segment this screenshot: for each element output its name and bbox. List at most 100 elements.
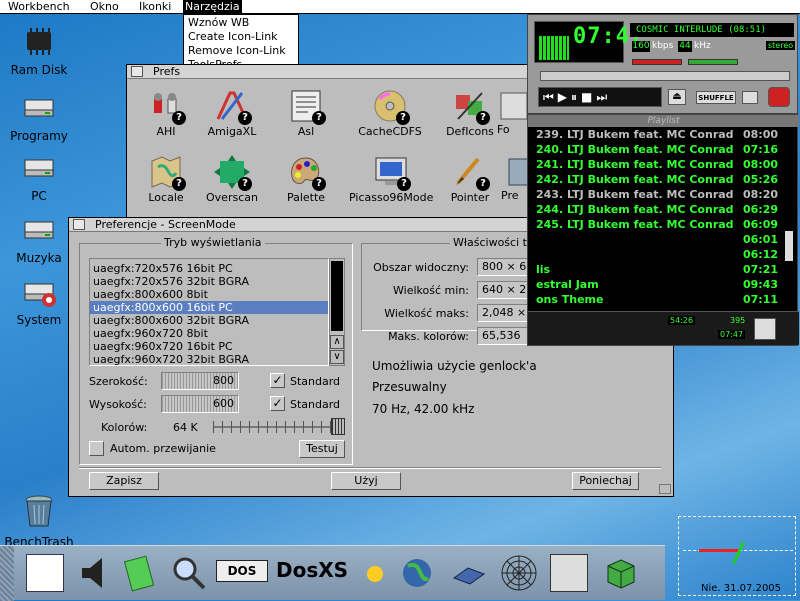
prefs-icon-locale[interactable]: ? Locale bbox=[133, 155, 199, 204]
playlist-title: Playlist bbox=[528, 115, 799, 127]
desktop-icon-muzyka[interactable]: Muzyka bbox=[1, 214, 77, 265]
desktop-icon-ram-disk[interactable]: Ram Disk bbox=[1, 26, 77, 77]
prefs-titlebar[interactable]: Prefs bbox=[127, 65, 527, 79]
slider-tick bbox=[222, 421, 223, 433]
prefs-icon-amigaxl[interactable]: ? AmigaXL bbox=[199, 89, 265, 138]
prefs-icon-fonts[interactable]: Fo bbox=[497, 89, 529, 136]
shuffle-button[interactable]: SHUFFLE bbox=[696, 91, 736, 104]
playlist-item[interactable]: 244. LTJ Bukem feat. MC Conrad 06:29 bbox=[536, 202, 782, 217]
close-icon[interactable] bbox=[131, 66, 143, 77]
playlist-item-title: ons Theme bbox=[536, 293, 604, 306]
info-genlock: Umożliwia użycie genlock'a bbox=[372, 359, 537, 373]
scrollbar-thumb[interactable] bbox=[331, 261, 343, 331]
menu-item-wznow-wb[interactable]: Wznów WB bbox=[188, 16, 294, 30]
playlist-item[interactable]: 06:12 bbox=[536, 247, 782, 262]
menu-item-remove-icon-link[interactable]: Remove Icon-Link bbox=[188, 44, 294, 58]
playlist-item[interactable]: 242. LTJ Bukem feat. MC Conrad 05:26 bbox=[536, 172, 782, 187]
playlist-item[interactable]: ons Theme 07:11 bbox=[536, 292, 782, 307]
playlist-item-time: 07:11 bbox=[742, 293, 778, 306]
dock-dosxs-icon[interactable]: DosXS bbox=[276, 556, 358, 584]
desktop-icon-pc[interactable]: PC bbox=[1, 152, 77, 203]
dock-handle[interactable] bbox=[0, 546, 14, 601]
playlist-item[interactable]: 240. LTJ Bukem feat. MC Conrad 07:16 bbox=[536, 142, 782, 157]
menu-workbench[interactable]: Workbench bbox=[6, 0, 72, 14]
mode-list-item[interactable]: uaegfx:960x720 16bit PC bbox=[90, 340, 328, 353]
prefs-icon-picasso96mode[interactable]: ? Picasso96Mode bbox=[349, 155, 433, 204]
dock-sun-icon[interactable] bbox=[362, 554, 388, 592]
prefs-icon-palette[interactable]: ? Palette bbox=[273, 155, 339, 204]
dock-shell-window-icon[interactable] bbox=[550, 554, 588, 592]
mode-list-item[interactable]: uaegfx:960x720 32bit BGRA bbox=[90, 353, 328, 365]
colors-slider-knob[interactable] bbox=[331, 418, 345, 435]
separator bbox=[79, 467, 661, 469]
desktop-icon-programy[interactable]: Programy bbox=[1, 92, 77, 143]
scroll-down-arrow-icon[interactable]: ∨ bbox=[330, 350, 344, 364]
menu-okno[interactable]: Okno bbox=[88, 0, 121, 14]
dock-speaker-icon[interactable] bbox=[76, 554, 114, 592]
mode-list-item[interactable]: uaegfx:800x600 8bit bbox=[90, 288, 328, 301]
playlist-item[interactable]: 243. LTJ Bukem feat. MC Conrad 08:20 bbox=[536, 187, 782, 202]
prefs-icon-overscan[interactable]: ? Overscan bbox=[199, 155, 265, 204]
playlist-item[interactable]: estral Jam 09:43 bbox=[536, 277, 782, 292]
seek-bar[interactable] bbox=[540, 71, 790, 81]
dock-cube-icon[interactable] bbox=[602, 554, 640, 592]
width-label: Szerokość: bbox=[89, 375, 148, 388]
dock-drive-icon[interactable] bbox=[450, 554, 488, 592]
playlist-item-title: 241. LTJ Bukem feat. MC Conrad bbox=[536, 158, 734, 171]
dock-dos-icon[interactable]: DOS bbox=[216, 560, 268, 582]
menu-ikonki[interactable]: Ikonki bbox=[137, 0, 173, 14]
playlist-item[interactable]: 239. LTJ Bukem feat. MC Conrad 08:00 bbox=[536, 127, 782, 142]
prefs-icon-pointer[interactable]: ? Pointer bbox=[437, 155, 503, 204]
playlist-items[interactable]: 239. LTJ Bukem feat. MC Conrad 08:00 240. … bbox=[528, 127, 791, 311]
dock-magnifier-icon[interactable] bbox=[170, 554, 208, 592]
playlist-scrollbar[interactable] bbox=[785, 231, 793, 261]
prefs-icon-prefs[interactable]: Pre bbox=[501, 155, 529, 202]
playlist-item-title: estral Jam bbox=[536, 278, 599, 291]
width-standard-checkbox[interactable]: ✓ bbox=[270, 373, 285, 388]
playlist-item[interactable]: 06:01 bbox=[536, 232, 782, 247]
repeat-icon[interactable] bbox=[742, 91, 758, 104]
playlist-item[interactable]: lis 07:21 bbox=[536, 262, 782, 277]
height-input[interactable]: 600 bbox=[161, 395, 239, 413]
mode-list-item[interactable]: uaegfx:960x720 8bit bbox=[90, 327, 328, 340]
prefs-icon-asl[interactable]: ? Asl bbox=[273, 89, 339, 138]
close-icon[interactable] bbox=[73, 219, 85, 230]
mode-list-item[interactable]: uaegfx:720x576 16bit PC bbox=[90, 262, 328, 275]
prefs-icon-cachecdfs[interactable]: ? CacheCDFS bbox=[352, 89, 428, 138]
info-scrollable: Przesuwalny bbox=[372, 380, 447, 394]
eject-icon[interactable]: ⏏ bbox=[668, 89, 686, 105]
use-button[interactable]: Użyj bbox=[331, 472, 401, 490]
transport-controls[interactable]: ⏮▶⏸■⏭ bbox=[538, 87, 662, 107]
mode-list-item[interactable]: uaegfx:800x600 32bit BGRA bbox=[90, 314, 328, 327]
slider-tick bbox=[294, 421, 295, 433]
balance-slider[interactable] bbox=[688, 59, 738, 65]
slider-tick bbox=[285, 421, 286, 433]
width-input[interactable]: 800 bbox=[161, 372, 239, 390]
height-standard-checkbox[interactable]: ✓ bbox=[270, 396, 285, 411]
dock-picture-icon[interactable] bbox=[26, 554, 64, 592]
save-button[interactable]: Zapisz bbox=[89, 472, 159, 490]
resize-grip-icon[interactable] bbox=[659, 484, 671, 494]
cancel-button[interactable]: Poniechaj bbox=[572, 472, 639, 490]
autoscroll-checkbox[interactable] bbox=[89, 441, 104, 456]
mode-list[interactable]: uaegfx:720x576 16bit PC uaegfx:720x576 32… bbox=[89, 258, 329, 366]
mode-list-item[interactable]: uaegfx:720x576 32bit BGRA bbox=[90, 275, 328, 288]
playlist-item[interactable]: 245. LTJ Bukem feat. MC Conrad 06:09 bbox=[536, 217, 782, 232]
volume-slider[interactable] bbox=[632, 59, 682, 65]
dock-notepad-icon[interactable] bbox=[122, 554, 160, 592]
desktop-icon-benchtrash[interactable]: BenchTrash bbox=[1, 494, 77, 549]
dock-web-icon[interactable] bbox=[500, 554, 538, 592]
desktop-icon-system[interactable]: System bbox=[1, 276, 77, 327]
load-list-button[interactable] bbox=[754, 318, 776, 340]
menu-narzedzia[interactable]: Narzędzia bbox=[183, 0, 242, 14]
prefs-icon-ahi[interactable]: ? AHI bbox=[133, 89, 199, 138]
menu-item-create-icon-link[interactable]: Create Icon-Link bbox=[188, 30, 294, 44]
test-button[interactable]: Testuj bbox=[299, 440, 345, 458]
mode-list-item[interactable]: uaegfx:800x600 16bit PC bbox=[90, 301, 328, 314]
scroll-up-arrow-icon[interactable]: ∧ bbox=[330, 335, 344, 349]
mode-list-scrollbar[interactable]: ∧ ∨ bbox=[329, 258, 345, 366]
max-size-label: Wielkość maks: bbox=[384, 307, 469, 320]
prefs-icon-deficons[interactable]: ? DefIcons bbox=[437, 89, 503, 138]
dock-globe-icon[interactable] bbox=[398, 554, 436, 592]
playlist-item[interactable]: 241. LTJ Bukem feat. MC Conrad 08:00 bbox=[536, 157, 782, 172]
